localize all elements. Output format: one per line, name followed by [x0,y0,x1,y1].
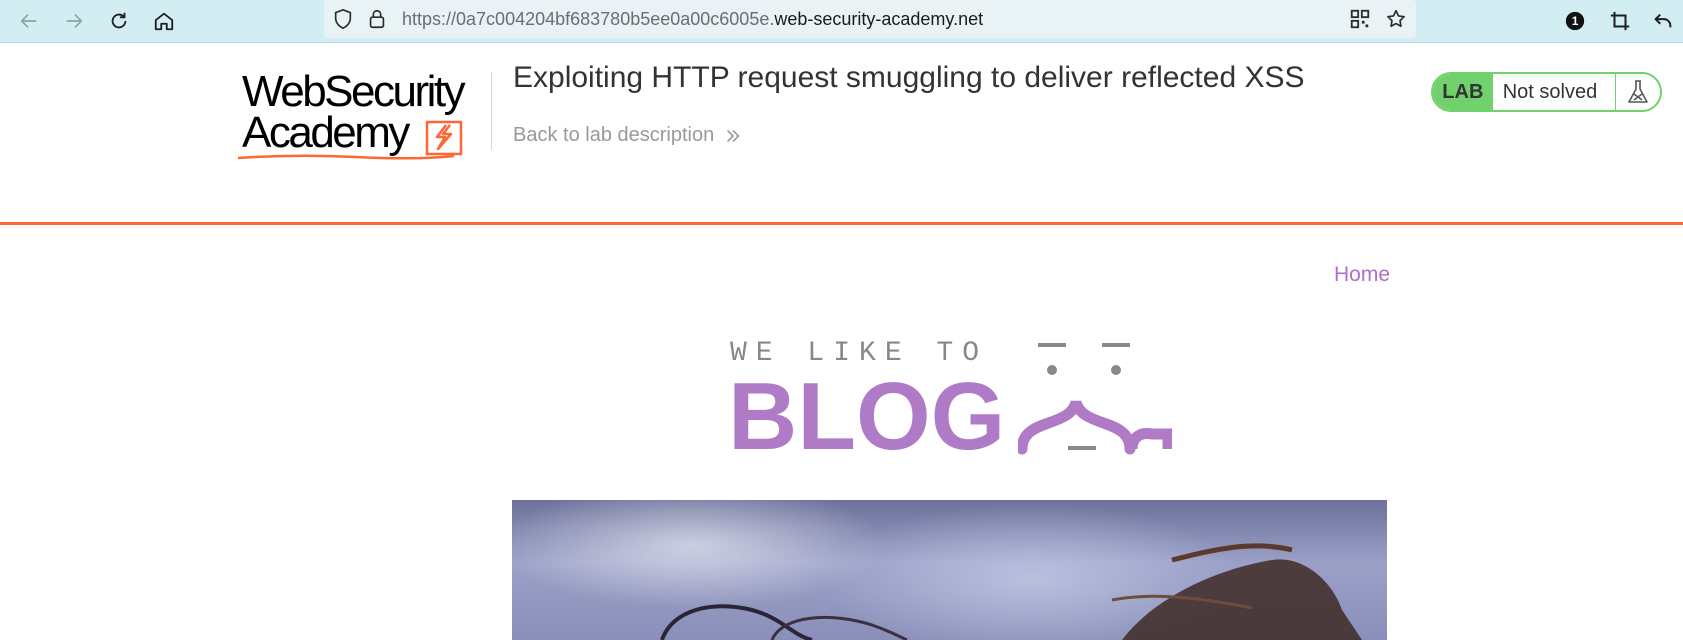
url-text[interactable]: https://0a7c004204bf683780b5ee0a00c6005e… [402,8,983,30]
home-button[interactable] [149,6,179,36]
nav-home-link[interactable]: Home [1334,263,1390,287]
bookmark-star-icon[interactable] [1385,8,1407,30]
back-button[interactable] [14,6,44,36]
url-domain: web-security-academy.net [774,9,984,29]
back-link-label: Back to lab description [513,124,715,146]
header-rule [0,222,1683,225]
web-security-academy-logo[interactable]: WebSecurity Academy [236,66,490,162]
home-icon [154,12,174,31]
logo-line-1: WebSecurity [242,67,466,116]
hero-photo-art [660,543,1362,640]
menu-button[interactable] [1648,6,1678,36]
screenshot-button[interactable] [1605,6,1635,36]
lab-status-widget: LAB Not solved [1431,72,1662,112]
flask-icon [1628,80,1648,103]
arrow-left-icon [20,13,37,29]
lab-badge: LAB [1433,74,1493,110]
crop-icon [1610,11,1630,31]
lock-icon[interactable] [366,8,388,30]
logo-underline-icon [237,154,455,160]
qr-code-icon[interactable] [1349,8,1371,30]
arrow-right-icon [66,13,83,29]
url-prefix: https://0a7c004204bf683780b5ee0a00c6005e… [402,9,775,29]
blog-wordmark: BLOG [728,363,1006,470]
shield-icon[interactable] [332,8,354,30]
blog-logo: WE LIKE TO BLOG [728,336,1172,465]
double-chevron-right-icon [727,129,740,142]
logo-line-2: Academy [242,108,410,157]
blog-face-icon [1018,343,1172,455]
browser-toolbar: https://0a7c004204bf683780b5ee0a00c6005e… [0,0,1683,43]
reload-button[interactable] [104,6,134,36]
reload-icon [111,12,127,29]
header-divider [491,72,492,150]
undo-arrow-icon [1654,13,1672,28]
notification-count: 1 [1572,14,1579,28]
back-to-lab-description-link[interactable]: Back to lab description [513,124,742,147]
extension-button[interactable]: 1 [1560,6,1590,36]
lab-status-text: Not solved [1502,80,1598,103]
address-bar[interactable]: https://0a7c004204bf683780b5ee0a00c6005e… [324,0,1416,38]
lab-flask-button[interactable] [1615,74,1660,110]
notification-badge-icon: 1 [1565,11,1585,31]
lab-title: Exploiting HTTP request smuggling to del… [513,61,1305,94]
blog-hero-image[interactable] [512,500,1387,640]
forward-button[interactable] [59,6,89,36]
